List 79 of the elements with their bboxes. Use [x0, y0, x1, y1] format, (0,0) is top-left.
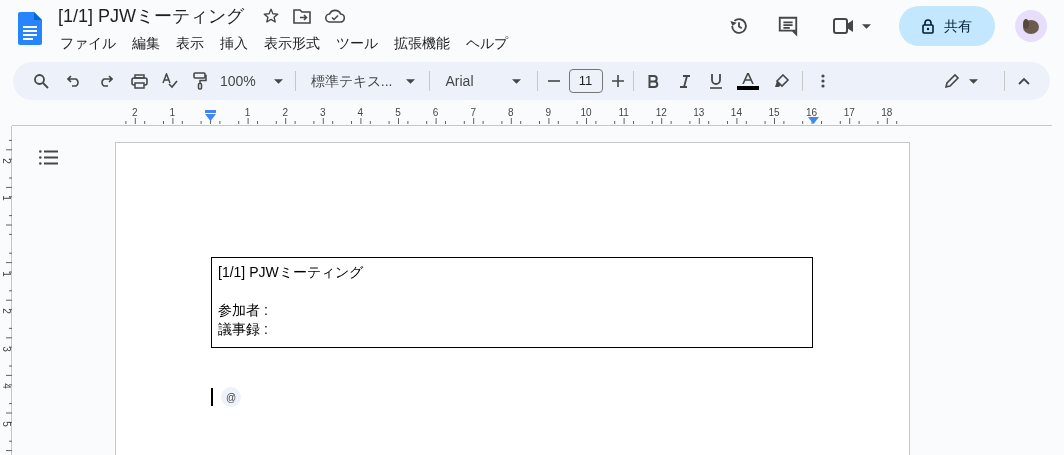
mention-chip[interactable]: @: [221, 387, 241, 407]
collapse-icon[interactable]: [1017, 77, 1030, 85]
field-label: 参加者 :: [218, 301, 269, 320]
ruler-label: 5: [1, 421, 11, 427]
text-cursor: [211, 388, 213, 406]
field-label: 議事録 :: [218, 320, 269, 339]
docs-logo-icon[interactable]: [18, 12, 42, 45]
ruler-label: 18: [881, 108, 893, 118]
ruler-label: 14: [730, 108, 742, 118]
caret-icon: [862, 23, 871, 29]
ruler-label: 2: [1, 158, 11, 164]
ruler-label: 12: [655, 108, 667, 118]
caret-icon: [968, 78, 978, 84]
ruler-label: 4: [1, 383, 11, 390]
redo-icon[interactable]: [99, 75, 113, 87]
ruler-label: 3: [1, 346, 11, 352]
bold-icon[interactable]: [647, 74, 659, 88]
pencil-icon: [943, 73, 960, 89]
ruler-label: 10: [580, 108, 592, 118]
menu-item[interactable]: ファイル: [60, 34, 116, 52]
caret-icon: [273, 78, 283, 84]
text-color-bar: [736, 85, 759, 90]
font-size-field[interactable]: 11: [568, 69, 603, 93]
caret-icon: [511, 78, 521, 84]
ruler-label: 2: [1, 308, 11, 314]
ruler-label: 4: [357, 108, 364, 118]
highlighter-icon[interactable]: [773, 73, 790, 89]
star-icon[interactable]: [262, 7, 281, 25]
italic-icon[interactable]: [678, 74, 691, 88]
underline-icon[interactable]: [709, 73, 722, 89]
indent-marker-icon[interactable]: [205, 110, 216, 122]
print-icon[interactable]: [131, 73, 148, 89]
increase-font-size-icon[interactable]: [611, 75, 624, 87]
editing-mode-button[interactable]: [943, 73, 978, 89]
ruler-label: 1: [169, 108, 176, 118]
font-dropdown[interactable]: Arial: [445, 70, 521, 92]
move-folder-icon[interactable]: [293, 8, 312, 24]
ruler-label: 2: [282, 108, 288, 118]
ruler-label: 3: [320, 108, 326, 118]
menu-item[interactable]: 表示形式: [264, 34, 320, 52]
lock-icon: [922, 18, 934, 34]
document-title[interactable]: [1/1] PJWミーティング: [58, 5, 245, 27]
ruler-label: 1: [1, 195, 11, 202]
ruler-label: 5: [395, 108, 401, 118]
ruler-label: 16: [806, 108, 818, 118]
ruler-label: 7: [470, 108, 476, 118]
ruler-label: 6: [432, 108, 439, 118]
spellcheck-icon[interactable]: [162, 73, 178, 89]
text-color-button[interactable]: [736, 72, 759, 90]
ruler-label: 15: [768, 108, 780, 118]
meet-button[interactable]: [833, 17, 871, 35]
search-icon[interactable]: [33, 73, 49, 89]
meeting-heading: [1/1] PJWミーティング: [218, 263, 364, 282]
menu-item[interactable]: 編集: [132, 34, 160, 52]
avatar[interactable]: [1015, 10, 1047, 42]
style-dropdown[interactable]: 標準テキス...: [310, 70, 416, 92]
ruler-label: 11: [618, 108, 629, 118]
menu-item[interactable]: ヘルプ: [466, 34, 508, 52]
ruler-label: 2: [132, 108, 138, 118]
cloud-check-icon[interactable]: [325, 9, 346, 23]
comment-icon[interactable]: [777, 15, 799, 37]
ruler-label: 17: [843, 108, 855, 118]
ruler-label: 9: [545, 108, 552, 118]
zoom-dropdown[interactable]: 100%: [220, 70, 283, 92]
share-button[interactable]: 共有: [899, 6, 995, 46]
ruler-label: 1: [244, 108, 251, 118]
paint-format-icon[interactable]: [193, 72, 207, 90]
more-options-icon[interactable]: [820, 74, 825, 88]
caret-icon: [406, 78, 416, 84]
menu-item[interactable]: ツール: [336, 34, 378, 52]
version-history-icon[interactable]: [728, 15, 750, 37]
menu-item[interactable]: 拡張機能: [394, 34, 450, 52]
menu-item[interactable]: 挿入: [220, 34, 248, 52]
ruler-label: 1: [1, 270, 11, 277]
ruler-label: 8: [508, 108, 514, 118]
outline-icon[interactable]: [39, 150, 58, 165]
ruler-label: 13: [693, 108, 705, 118]
undo-icon[interactable]: [67, 75, 81, 87]
menu-item[interactable]: 表示: [176, 34, 204, 52]
